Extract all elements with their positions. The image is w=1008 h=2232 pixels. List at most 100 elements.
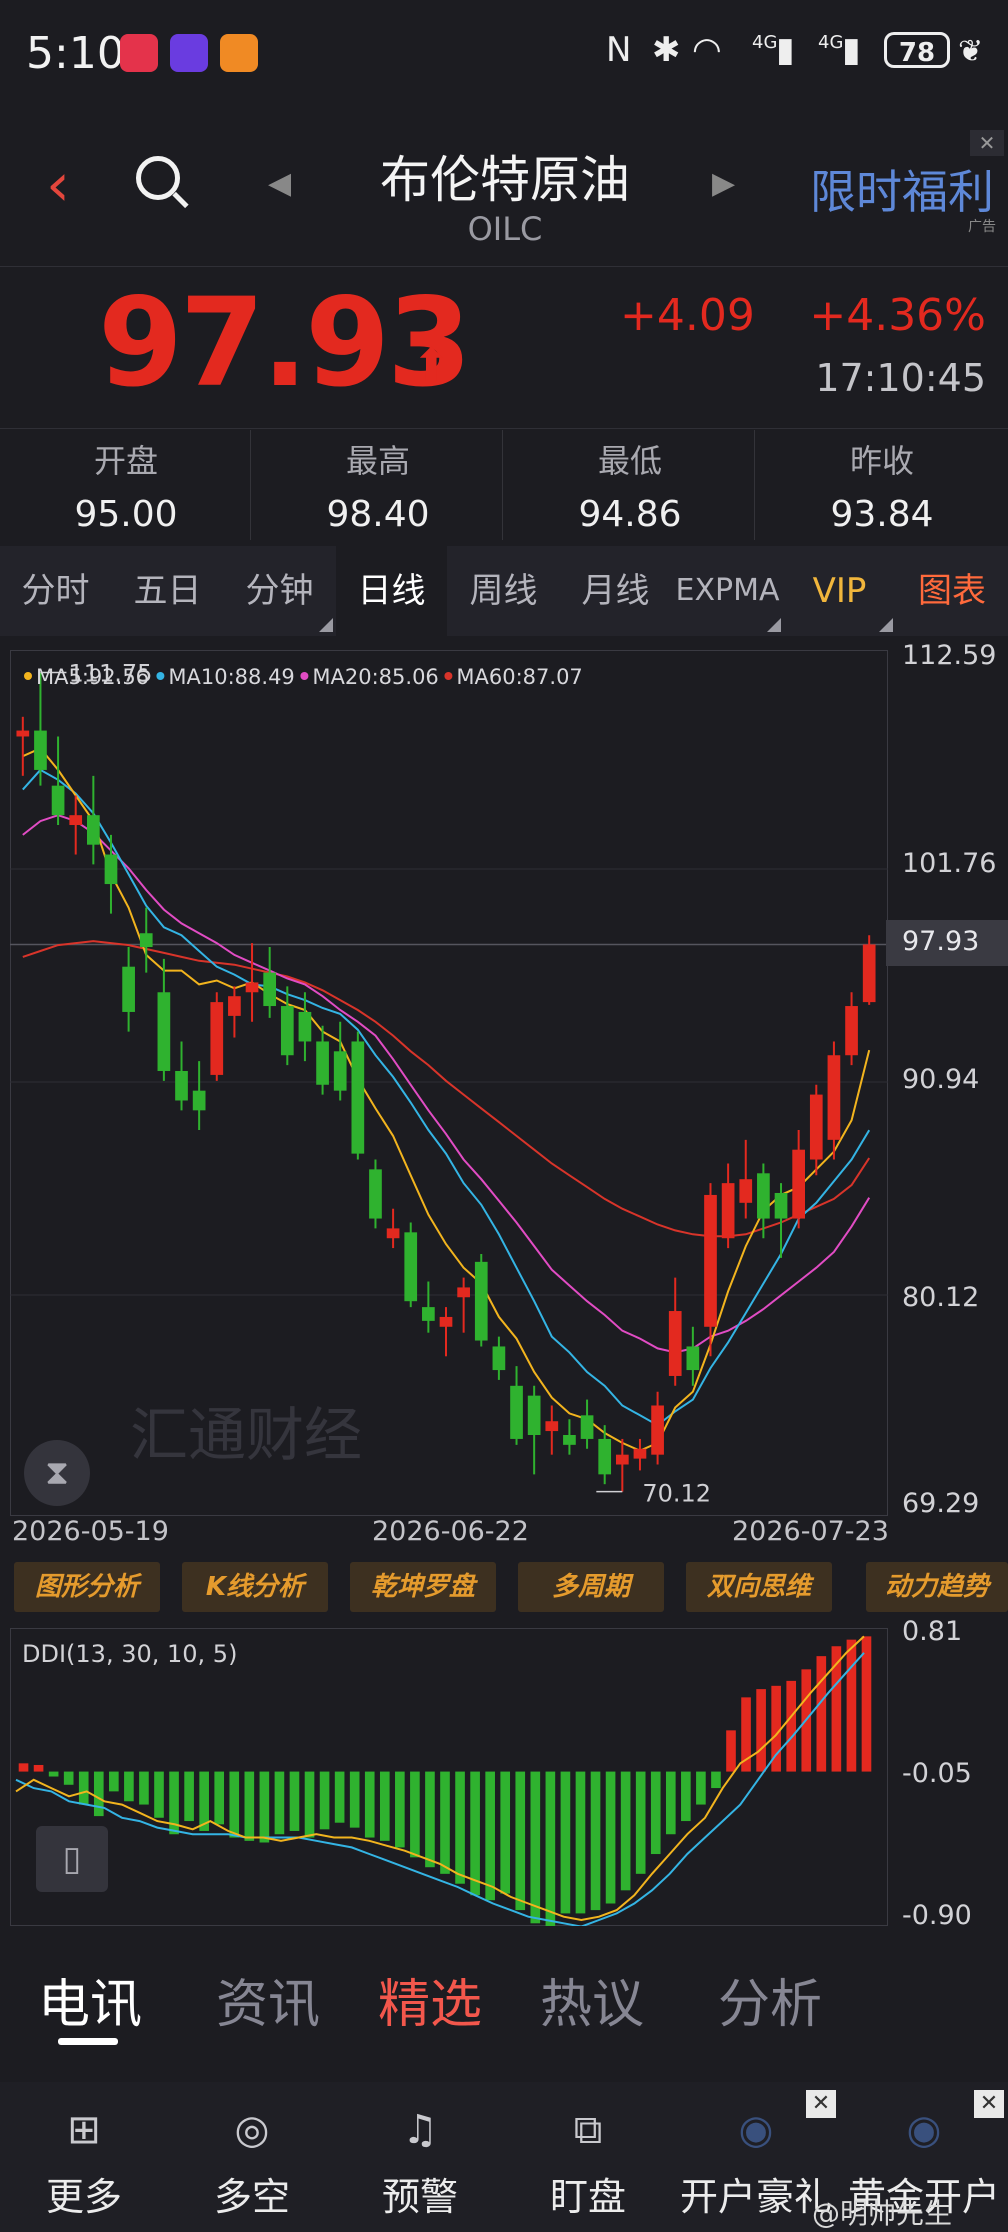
candle-body — [598, 1438, 612, 1475]
x-tick-label: 2026-07-23 — [732, 1516, 889, 1547]
tool-momentum[interactable]: 动力趋势 — [866, 1562, 1008, 1612]
ddi-bar — [846, 1639, 857, 1772]
tool-pattern-analysis[interactable]: 图形分析 — [14, 1562, 160, 1612]
ddi-bar — [93, 1771, 104, 1817]
legend-swatch — [300, 672, 309, 680]
ddi-bar — [756, 1689, 766, 1772]
nav-watch[interactable]: ⧉ 盯盘 — [504, 2082, 672, 2232]
search-icon[interactable] — [136, 156, 180, 200]
tab-label: EXPMA — [675, 573, 780, 608]
status-time: 5:10 — [26, 28, 125, 79]
candle-body — [104, 854, 118, 885]
ddi-bar — [18, 1763, 29, 1772]
tool-multi-period[interactable]: 多周期 — [518, 1562, 664, 1612]
tool-two-way[interactable]: 双向思维 — [686, 1562, 832, 1612]
news-tab-discussion[interactable]: 热议 — [540, 1962, 644, 2037]
nav-more[interactable]: ⊞ 更多 — [0, 2082, 168, 2232]
candle-body — [510, 1385, 523, 1439]
ddi-bar — [696, 1771, 706, 1805]
candle-body — [16, 730, 30, 737]
candle-body — [351, 1041, 365, 1154]
candle-body — [474, 1261, 488, 1341]
legend-swatch — [444, 672, 453, 680]
quote-time: 17:10:45 — [815, 356, 986, 400]
tab-weekly[interactable]: 周线 — [448, 546, 559, 636]
ddi-bar — [635, 1771, 646, 1874]
close-icon[interactable]: ✕ — [806, 2090, 836, 2118]
candle-body — [827, 1055, 841, 1140]
rotate-screen-icon[interactable]: ▯ — [36, 1826, 108, 1892]
promo-banner[interactable]: 限时福利 — [810, 156, 994, 222]
candle-body — [633, 1448, 647, 1459]
close-icon[interactable]: ✕ — [970, 130, 1004, 156]
candle-body — [157, 992, 171, 1071]
nav-label: 预警 — [381, 2175, 458, 2219]
weibo-watermark: @明帅先生 — [812, 2197, 953, 2230]
tab-five-day[interactable]: 五日 — [112, 546, 223, 636]
nav-long-short[interactable]: ◎ 多空 — [168, 2082, 336, 2232]
tab-minute[interactable]: 分钟 — [224, 546, 335, 636]
candle-body — [139, 933, 153, 948]
watch-icon: ⧉ — [573, 2107, 603, 2153]
tab-intraday[interactable]: 分时 — [0, 546, 111, 636]
grid-icon: ⊞ — [67, 2107, 101, 2153]
stat-value: 94.86 — [578, 494, 682, 535]
back-icon[interactable]: ‹ — [46, 150, 70, 220]
ddi-bar — [214, 1771, 225, 1825]
candle-body — [580, 1415, 594, 1439]
candlestick-chart[interactable]: 111.7570.12MA5:92.56 MA10:88.49 MA20:85.06… — [10, 650, 888, 1516]
signal-type-1: 4G — [752, 32, 778, 53]
tool-kline-analysis[interactable]: K线分析 — [182, 1562, 328, 1612]
signal-icon: ▮ — [776, 30, 795, 70]
close-icon[interactable]: ✕ — [974, 2090, 1004, 2118]
tool-compass[interactable]: 乾坤罗盘 — [350, 1562, 496, 1612]
ddi-indicator-chart[interactable] — [10, 1628, 888, 1926]
ddi-bar — [590, 1771, 601, 1911]
status-bar: 5:10 N ✱ ◠ 4G ▮ 4G ▮ 78 ❦ — [0, 0, 1008, 100]
stat-value: 95.00 — [74, 494, 178, 535]
news-tab-analysis[interactable]: 分析 — [718, 1962, 822, 2037]
candle-body — [774, 1192, 788, 1219]
ddi-bar — [63, 1771, 74, 1785]
next-instrument-icon[interactable]: ▶ — [712, 166, 735, 201]
candle-body — [86, 815, 100, 845]
nav-label: 多空 — [213, 2175, 290, 2219]
nav-alerts[interactable]: ♫ 预警 — [336, 2082, 504, 2232]
news-tab-flash[interactable]: 电讯 — [38, 1962, 142, 2037]
news-tab-featured[interactable]: 精选 — [378, 1962, 482, 2037]
tab-monthly[interactable]: 月线 — [560, 546, 671, 636]
candle-body — [704, 1194, 717, 1327]
stat-high: 最高 98.40 — [252, 436, 504, 535]
ddi-bar — [274, 1771, 285, 1835]
y-tick-label: -0.90 — [902, 1900, 972, 1931]
divider — [0, 428, 1008, 429]
ddi-bar — [500, 1771, 511, 1894]
prev-instrument-icon[interactable]: ◀ — [268, 166, 291, 201]
tab-daily[interactable]: 日线 — [336, 546, 447, 636]
ddi-bar — [560, 1771, 571, 1914]
candle-body — [192, 1090, 206, 1111]
tab-expma[interactable]: EXPMA — [672, 546, 783, 636]
ddi-bar — [124, 1771, 134, 1802]
tab-vip[interactable]: VIP — [784, 546, 895, 636]
y-tick-label: 101.76 — [902, 848, 997, 879]
candle-body — [175, 1070, 188, 1101]
news-tab-info[interactable]: 资讯 — [216, 1962, 320, 2037]
candle-body — [245, 982, 259, 993]
candle-body — [563, 1434, 576, 1445]
ddi-bar — [650, 1771, 661, 1855]
up-arrow-icon: ⬆ — [412, 338, 451, 392]
hat-icon: ◉ — [906, 2107, 942, 2153]
ddi-bar — [334, 1771, 345, 1823]
ddi-bar — [289, 1771, 300, 1831]
candle-body — [34, 730, 47, 770]
stat-low: 最低 94.86 — [504, 436, 756, 535]
x-tick-label: 2026-05-19 — [12, 1516, 169, 1547]
ad-label: 广告 — [968, 219, 996, 235]
last-price-tag-label: 97.93 — [902, 926, 980, 957]
ddi-bar — [349, 1771, 360, 1828]
stat-label: 昨收 — [849, 442, 914, 480]
tab-chart[interactable]: 图表 — [896, 546, 1008, 636]
link-app-icon — [170, 34, 208, 72]
candle-body — [298, 1011, 312, 1042]
